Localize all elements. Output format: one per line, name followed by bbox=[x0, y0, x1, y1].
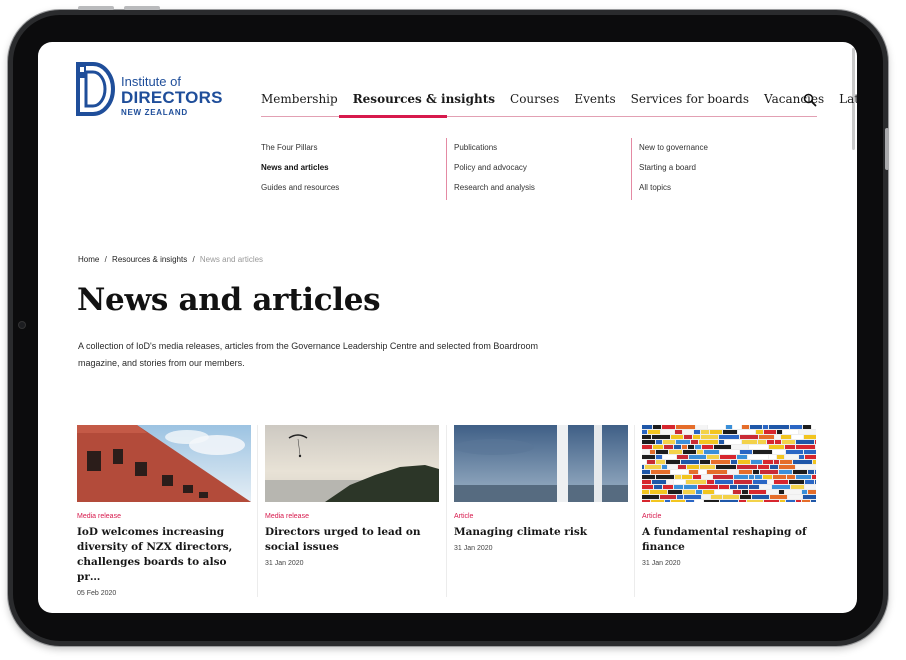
article-tag: Article bbox=[454, 513, 474, 520]
article-card[interactable]: Media release Directors urged to lead on… bbox=[265, 425, 440, 600]
main-nav: Membership Resources & insights Courses … bbox=[261, 92, 857, 106]
article-card[interactable]: Article A fundamental reshaping of finan… bbox=[642, 425, 817, 600]
nav-services-for-boards[interactable]: Services for boards bbox=[631, 92, 764, 106]
article-title[interactable]: A fundamental reshaping of finance bbox=[642, 525, 817, 555]
article-image[interactable] bbox=[454, 425, 628, 502]
menu-link-publications[interactable]: Publications bbox=[454, 138, 535, 158]
breadcrumb-resources[interactable]: Resources & insights bbox=[112, 255, 187, 264]
breadcrumb-separator: / bbox=[192, 255, 195, 264]
iod-logo-icon bbox=[76, 62, 115, 116]
menu-link-four-pillars[interactable]: The Four Pillars bbox=[261, 138, 339, 158]
nav-courses[interactable]: Courses bbox=[510, 92, 574, 106]
article-date: 31 Jan 2020 bbox=[642, 560, 681, 567]
breadcrumb-separator: / bbox=[104, 255, 107, 264]
menu-link-all-topics[interactable]: All topics bbox=[639, 178, 708, 198]
article-date: 31 Jan 2020 bbox=[454, 545, 493, 552]
article-image[interactable] bbox=[642, 425, 816, 502]
card-divider bbox=[634, 425, 635, 597]
nav-active-indicator bbox=[339, 115, 447, 118]
article-title[interactable]: IoD welcomes increasing diversity of NZX… bbox=[77, 525, 252, 585]
logo-text-line1: Institute of bbox=[121, 74, 181, 89]
menu-link-new-to-governance[interactable]: New to governance bbox=[639, 138, 708, 158]
article-card[interactable]: Media release IoD welcomes increasing di… bbox=[77, 425, 252, 600]
page-title: News and articles bbox=[77, 282, 381, 318]
menu-link-policy-advocacy[interactable]: Policy and advocacy bbox=[454, 158, 535, 178]
article-tag: Media release bbox=[77, 513, 121, 520]
article-card[interactable]: Article Managing climate risk 31 Jan 202… bbox=[454, 425, 629, 600]
breadcrumb-current: News and articles bbox=[199, 255, 264, 264]
nav-vacancies[interactable]: Vacancies bbox=[764, 92, 839, 106]
menu-link-guides-resources[interactable]: Guides and resources bbox=[261, 178, 339, 198]
page-intro: A collection of IoD's media releases, ar… bbox=[78, 341, 538, 368]
article-date: 05 Feb 2020 bbox=[77, 590, 117, 597]
search-icon[interactable] bbox=[803, 93, 817, 107]
nav-membership[interactable]: Membership bbox=[261, 92, 353, 106]
mega-menu-column-3: New to governance Starting a board All t… bbox=[631, 138, 708, 200]
tablet-button bbox=[124, 6, 160, 10]
breadcrumb: Home / Resources & insights / News and a… bbox=[78, 255, 266, 264]
mega-menu-column-2: Publications Policy and advocacy Researc… bbox=[446, 138, 535, 200]
menu-link-research-analysis[interactable]: Research and analysis bbox=[454, 178, 535, 198]
browser-screen: Institute of DIRECTORS NEW ZEALAND Membe… bbox=[38, 42, 857, 613]
nav-events[interactable]: Events bbox=[574, 92, 630, 106]
card-divider bbox=[446, 425, 447, 597]
article-date: 31 Jan 2020 bbox=[265, 560, 304, 567]
site-logo[interactable]: Institute of DIRECTORS NEW ZEALAND bbox=[76, 62, 226, 118]
nav-latest[interactable]: Latest bbox=[839, 92, 857, 106]
logo-text-line2: DIRECTORS bbox=[121, 88, 223, 107]
article-tag: Media release bbox=[265, 513, 309, 520]
card-divider bbox=[257, 425, 258, 597]
tablet-button bbox=[885, 128, 889, 170]
menu-link-news-articles[interactable]: News and articles bbox=[261, 158, 339, 178]
camera-dot bbox=[19, 322, 25, 328]
tablet-button bbox=[78, 6, 114, 10]
article-tag: Article bbox=[642, 513, 662, 520]
breadcrumb-home[interactable]: Home bbox=[78, 255, 99, 264]
mega-menu-column-1: The Four Pillars News and articles Guide… bbox=[261, 138, 339, 198]
article-title[interactable]: Directors urged to lead on social issues bbox=[265, 525, 440, 555]
article-image[interactable] bbox=[77, 425, 251, 502]
article-image[interactable] bbox=[265, 425, 439, 502]
logo-text-line3: NEW ZEALAND bbox=[121, 108, 188, 117]
menu-link-starting-a-board[interactable]: Starting a board bbox=[639, 158, 708, 178]
article-title[interactable]: Managing climate risk bbox=[454, 525, 629, 540]
nav-resources-insights[interactable]: Resources & insights bbox=[353, 92, 510, 106]
